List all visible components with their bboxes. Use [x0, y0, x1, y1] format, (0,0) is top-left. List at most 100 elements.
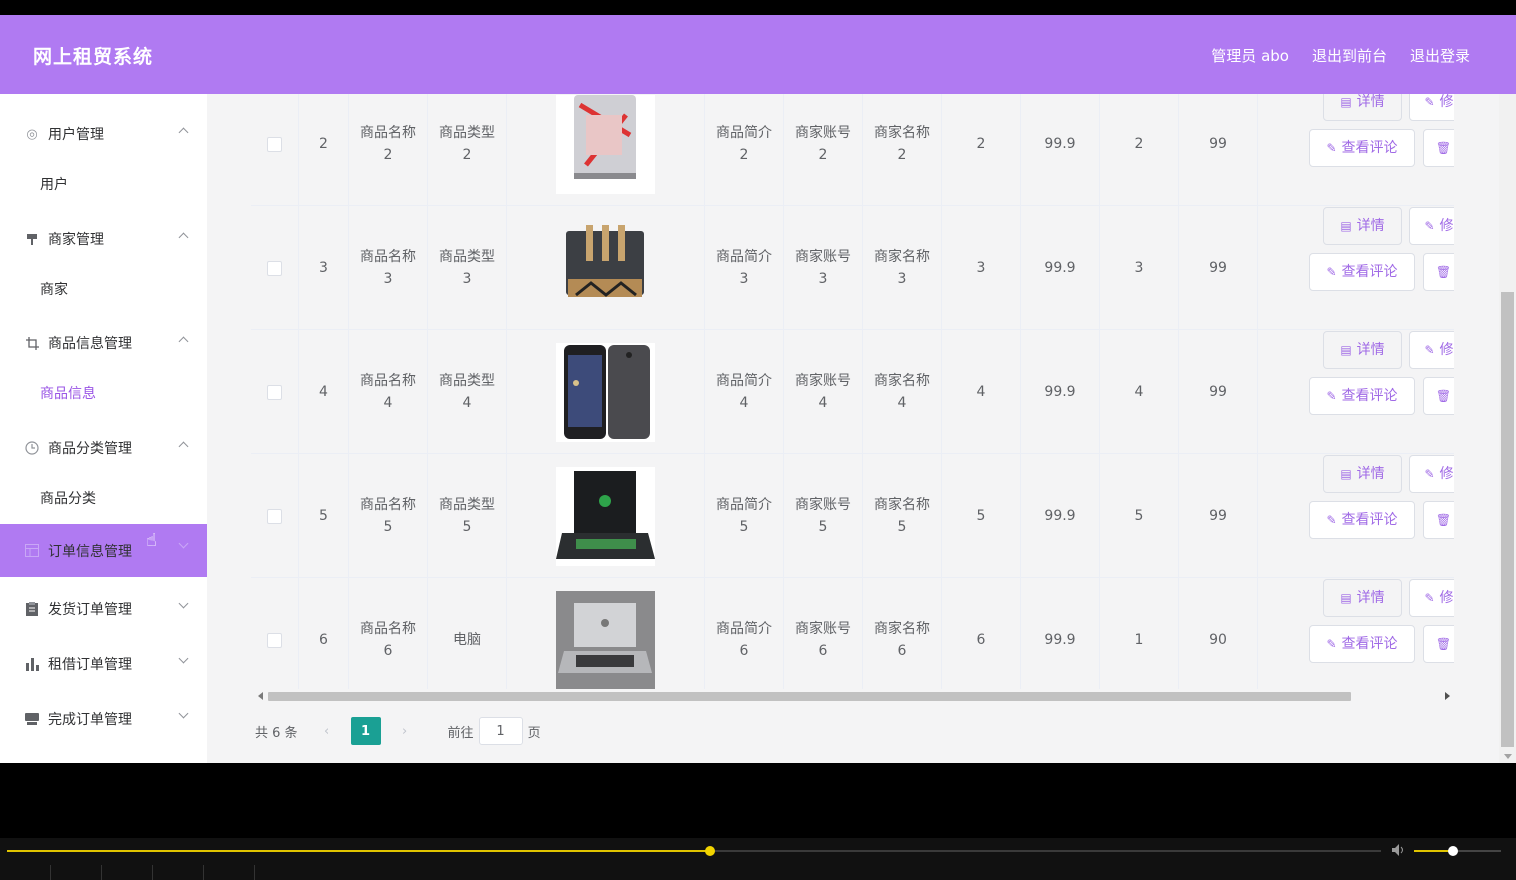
progress-knob[interactable]	[705, 846, 716, 856]
cell-c1: 3	[942, 206, 1021, 330]
cell-merchant: 商家名称 3	[863, 206, 942, 330]
cell-text: 商家名称 2	[874, 125, 930, 163]
playback-progress-bar[interactable]	[7, 846, 1381, 856]
admin-user-link[interactable]: 管理员 abo	[1211, 45, 1289, 66]
sidebar-group-label: 订单信息管理	[48, 543, 132, 560]
sidebar-group-rental-orders[interactable]: 租借订单管理	[0, 639, 207, 689]
logout-link[interactable]: 退出登录	[1410, 45, 1470, 66]
sidebar-group-merchant-management[interactable]: 商家管理	[0, 214, 207, 264]
cell-text: 商家账号 2	[795, 125, 851, 163]
clock-icon	[24, 440, 40, 456]
detail-button[interactable]: ▤ 详情	[1323, 455, 1402, 493]
cell-c2: 4	[1100, 330, 1179, 454]
control-divider	[50, 865, 51, 880]
detail-button[interactable]: ▤ 详情	[1323, 94, 1402, 121]
goto-page-input[interactable]: 1	[478, 717, 523, 745]
edit-button[interactable]: ✎ 修	[1409, 207, 1454, 245]
sidebar-group-user-management[interactable]: ◎ 用户管理	[0, 109, 207, 159]
pencil-icon: ✎	[1326, 637, 1337, 651]
pencil-icon: ✎	[1424, 591, 1435, 605]
row-checkbox[interactable]	[267, 136, 282, 152]
edit-button[interactable]: ✎ 修	[1409, 331, 1454, 369]
product-table: 2 商品名称 2 商品类型 2 商品简介 2 商家账号 2 商家名称 2 2 99.9 2 99 ▤…	[251, 94, 1454, 689]
cell-text: 5	[1134, 508, 1144, 524]
control-divider	[203, 865, 204, 880]
vertical-scroll-thumb[interactable]	[1501, 292, 1514, 747]
detail-button-label: 详情	[1356, 590, 1385, 606]
cell-type: 商品类型 3	[428, 206, 507, 330]
cell-type: 商品类型 5	[428, 454, 507, 578]
cell-text: 商品类型 2	[439, 125, 495, 163]
view-comments-button-label: 查看评论	[1341, 140, 1398, 156]
row-checkbox[interactable]	[267, 260, 282, 276]
volume-slider[interactable]	[1414, 846, 1501, 856]
prev-page-button[interactable]: ‹	[311, 717, 342, 745]
cell-text: 6	[319, 632, 328, 648]
volume-icon[interactable]	[1392, 844, 1408, 858]
cell-id: 4	[299, 330, 349, 454]
pagination: 共 6 条 ‹ 1 › 前往 1 页	[255, 717, 541, 745]
cell-text: 商品名称 4	[360, 373, 416, 411]
cell-c3: 99	[1179, 206, 1258, 330]
chevron-up-icon	[178, 127, 189, 138]
current-page-button[interactable]: 1	[350, 717, 381, 745]
sidebar-group-completed-orders[interactable]: 完成订单管理	[0, 694, 207, 744]
cell-c1: 4	[942, 330, 1021, 454]
view-comments-button[interactable]: ✎ 查看评论	[1309, 129, 1415, 167]
edit-button[interactable]: ✎ 修	[1409, 579, 1454, 617]
view-comments-button[interactable]: ✎ 查看评论	[1309, 625, 1415, 663]
scroll-right-arrow-icon[interactable]	[1445, 692, 1450, 700]
cell-price: 99.9	[1021, 94, 1100, 206]
chevron-up-icon	[178, 336, 189, 347]
detail-button[interactable]: ▤ 详情	[1323, 331, 1402, 369]
delete-button[interactable]: 🗑	[1423, 501, 1454, 539]
horizontal-scrollbar[interactable]	[251, 689, 1454, 703]
cell-text: 商家名称 6	[874, 621, 930, 659]
cell-text: 商品名称 5	[360, 497, 416, 535]
detail-button-label: 详情	[1356, 218, 1385, 234]
view-comments-button[interactable]: ✎ 查看评论	[1309, 501, 1415, 539]
delete-button[interactable]: 🗑	[1423, 625, 1454, 663]
view-comments-button[interactable]: ✎ 查看评论	[1309, 253, 1415, 291]
product-image-cell	[507, 206, 705, 330]
cell-intro: 商品简介 5	[705, 454, 784, 578]
goto-prefix: 前往	[447, 725, 474, 741]
sidebar-group-product-info-management[interactable]: 商品信息管理	[0, 318, 207, 368]
cell-intro: 商品简介 4	[705, 330, 784, 454]
edit-button[interactable]: ✎ 修	[1409, 94, 1454, 121]
view-comments-button-label: 查看评论	[1341, 512, 1398, 528]
cell-c2: 2	[1100, 94, 1179, 206]
document-icon: ▤	[1340, 467, 1352, 481]
vertical-scrollbar[interactable]	[1499, 94, 1516, 763]
view-comments-button[interactable]: ✎ 查看评论	[1309, 377, 1415, 415]
delete-button[interactable]: 🗑	[1423, 253, 1454, 291]
cell-text: 商家账号 4	[795, 373, 851, 411]
next-page-button[interactable]: ›	[389, 717, 420, 745]
cell-text: 99	[1209, 508, 1227, 524]
sidebar-item-category[interactable]: 商品分类	[0, 474, 207, 524]
row-checkbox[interactable]	[267, 632, 282, 648]
scroll-left-arrow-icon[interactable]	[258, 692, 263, 700]
row-checkbox[interactable]	[267, 508, 282, 524]
row-actions-cell: ▤ 详情 ✎ 修 ✎ 查看评论 🗑	[1258, 206, 1454, 330]
horizontal-scroll-thumb[interactable]	[268, 692, 1351, 701]
sidebar-group-order-info-management[interactable]: 订单信息管理	[0, 524, 207, 577]
table-row: 6 商品名称 6 电脑 商品简介 6 商家账号 6 商家名称 6 6 99.9 1 90 ▤ 详情 ✎ 修…	[251, 578, 1454, 689]
delete-button[interactable]: 🗑	[1423, 377, 1454, 415]
detail-button-label: 详情	[1356, 94, 1385, 110]
pagination-total: 共 6 条	[255, 725, 298, 741]
detail-button[interactable]: ▤ 详情	[1323, 579, 1402, 617]
volume-knob[interactable]	[1448, 846, 1459, 856]
sidebar-item-product-info[interactable]: 商品信息	[0, 369, 207, 419]
smartphone-image	[556, 342, 655, 442]
scroll-down-arrow-icon[interactable]	[1504, 754, 1512, 759]
back-to-front-link[interactable]: 退出到前台	[1312, 45, 1387, 66]
sidebar-item-user[interactable]: 用户	[0, 160, 207, 210]
detail-button[interactable]: ▤ 详情	[1323, 207, 1402, 245]
sidebar-group-shipping-orders[interactable]: 发货订单管理	[0, 584, 207, 634]
sidebar-item-merchant[interactable]: 商家	[0, 265, 207, 315]
sidebar-group-category-management[interactable]: 商品分类管理	[0, 423, 207, 473]
edit-button[interactable]: ✎ 修	[1409, 455, 1454, 493]
delete-button[interactable]: 🗑	[1423, 129, 1454, 167]
row-checkbox[interactable]	[267, 384, 282, 400]
